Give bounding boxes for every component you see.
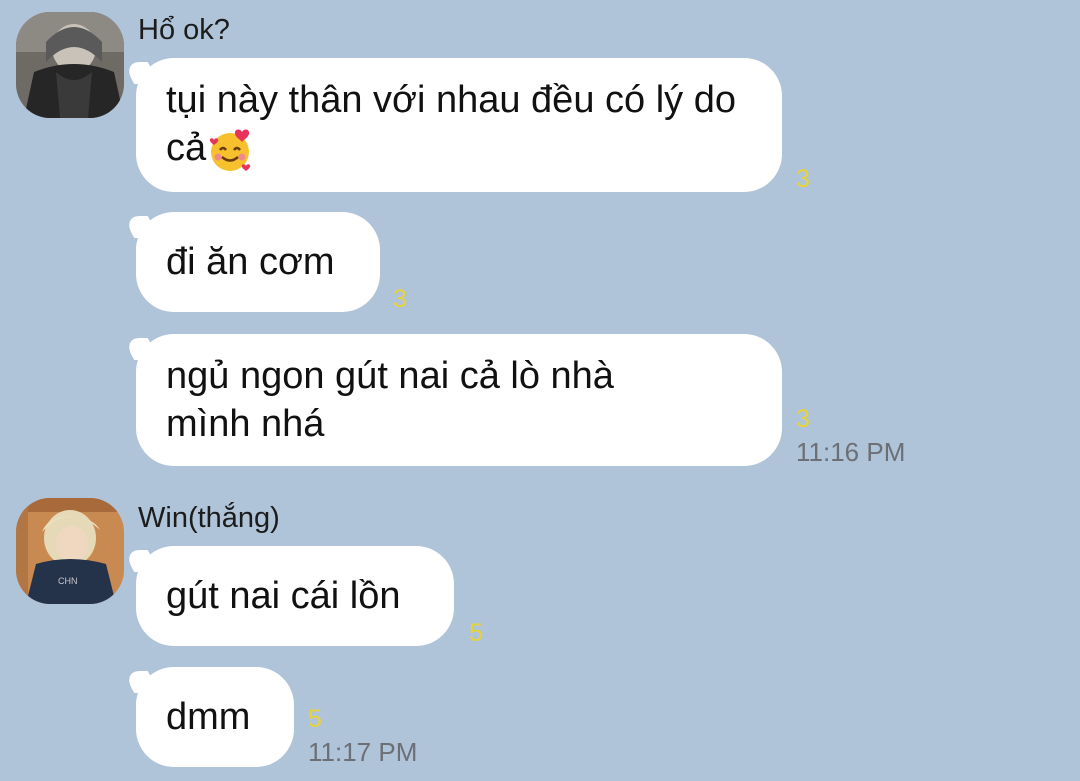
svg-text:CHN: CHN <box>58 576 78 586</box>
read-count: 3 <box>393 285 407 313</box>
message-text: ngủ ngon gút nai cả lò nhà mình nhá <box>166 355 614 445</box>
message-bubble[interactable]: đi ăn cơm <box>136 212 380 312</box>
read-count: 3 <box>796 165 810 193</box>
avatar[interactable]: CHN <box>16 498 124 604</box>
smiling-face-with-hearts-icon <box>206 126 254 174</box>
message-text: gút nai cái lồn <box>166 575 401 617</box>
timestamp: 11:17 PM <box>308 737 418 767</box>
message-bubble[interactable]: tụi này thân với nhau đều có lý do cả <box>136 58 782 192</box>
read-count: 5 <box>469 619 483 647</box>
sender-name: Win(thắng) <box>138 502 280 534</box>
message-text: tụi này thân với nhau đều có lý do cả <box>166 76 752 174</box>
avatar[interactable] <box>16 12 124 118</box>
message-bubble[interactable]: dmm <box>136 667 294 767</box>
message-text: đi ăn cơm <box>166 241 335 283</box>
read-count: 5 <box>308 705 322 733</box>
sender-name: Hổ ok? <box>138 14 230 46</box>
message-bubble[interactable]: gút nai cái lồn <box>136 546 454 646</box>
message-bubble[interactable]: ngủ ngon gút nai cả lò nhà mình nhá <box>136 334 782 466</box>
message-text: dmm <box>166 696 251 738</box>
read-count: 3 <box>796 405 810 433</box>
timestamp: 11:16 PM <box>796 437 906 467</box>
